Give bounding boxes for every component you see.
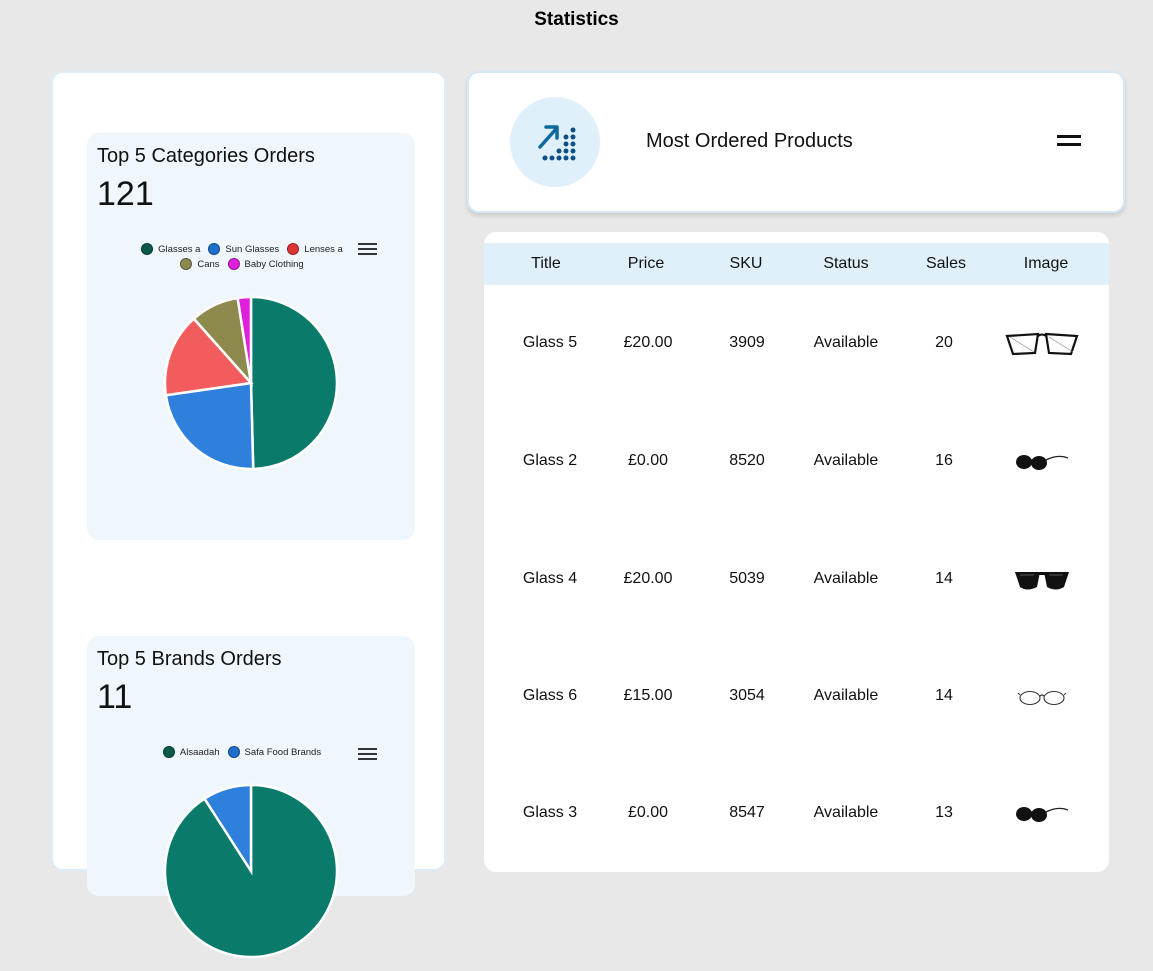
legend-item[interactable]: Sun Glasses [208, 243, 279, 255]
legend-swatch [180, 258, 193, 270]
table-row[interactable]: Glass 5 £20.00 3909 Available 20 [484, 324, 1109, 364]
cell-price: £20.00 [623, 570, 673, 587]
cell-status: Available [813, 687, 879, 704]
cell-sku: 5039 [729, 570, 765, 587]
cell-sku: 3054 [729, 687, 765, 704]
legend-item[interactable]: Cans [180, 258, 220, 270]
column-header-sku[interactable]: SKU [696, 255, 796, 273]
cell-title: Glass 3 [522, 804, 578, 821]
cell-sales: 20 [935, 334, 953, 351]
legend-swatch [287, 243, 300, 255]
cell-sales: 16 [935, 452, 953, 469]
most-ordered-header: Most Ordered Products [467, 71, 1125, 213]
categories-total: 121 [97, 175, 154, 213]
column-header-image[interactable]: Image [996, 255, 1096, 273]
cell-status: Available [813, 452, 879, 469]
brands-total: 11 [97, 678, 133, 716]
brands-chart-card: Top 5 Brands Orders 11 Alsaadah Safa Foo… [87, 636, 415, 959]
growth-chart-icon [510, 97, 600, 187]
cell-title: Glass 6 [522, 687, 578, 704]
legend-item[interactable]: Safa Food Brands [227, 746, 321, 758]
cell-sales: 14 [935, 687, 953, 704]
legend-swatch [162, 746, 175, 758]
table-header-row: Title Price SKU Status Sales Image [484, 243, 1109, 285]
cell-sales: 14 [935, 570, 953, 587]
table-row[interactable]: Glass 6 £15.00 3054 Available 14 [484, 677, 1109, 717]
table-row[interactable]: Glass 2 £0.00 8520 Available 16 [484, 442, 1109, 482]
column-header-price[interactable]: Price [596, 255, 696, 273]
cell-sku: 8520 [729, 452, 765, 469]
cell-status: Available [813, 804, 879, 821]
cell-price: £20.00 [623, 334, 673, 351]
cell-title: Glass 4 [522, 570, 578, 587]
cell-title: Glass 5 [522, 334, 578, 351]
legend-swatch [227, 258, 240, 270]
legend-item[interactable]: Lenses a [287, 243, 343, 255]
cell-status: Available [813, 334, 879, 351]
cell-price: £15.00 [623, 687, 673, 704]
clear-frame-glasses-icon[interactable] [992, 324, 1092, 364]
legend-item[interactable]: Glasses a [141, 243, 200, 255]
categories-pie-chart [163, 295, 339, 471]
column-header-status[interactable]: Status [796, 255, 896, 273]
pie-slice-glasses-a[interactable] [249, 295, 339, 471]
sunglasses-side-icon[interactable] [992, 794, 1092, 834]
products-table: Title Price SKU Status Sales Image Glass… [484, 232, 1109, 872]
legend-swatch [208, 243, 221, 255]
categories-chart-card: Top 5 Categories Orders 121 Glasses a Su… [87, 133, 415, 540]
cell-sku: 3909 [729, 334, 765, 351]
brands-chart-title: Top 5 Brands Orders [97, 648, 282, 670]
table-row[interactable]: Glass 3 £0.00 8547 Available 13 [484, 794, 1109, 834]
column-header-title[interactable]: Title [496, 255, 596, 273]
chart-menu-icon[interactable] [358, 748, 377, 761]
legend-item[interactable]: Alsaadah [162, 746, 220, 758]
legend-swatch [141, 243, 154, 255]
cell-price: £0.00 [627, 804, 669, 821]
table-row[interactable]: Glass 4 £20.00 5039 Available 14 [484, 560, 1109, 600]
cell-title: Glass 2 [522, 452, 578, 469]
legend-swatch [227, 746, 240, 758]
pie-slice-sun-glasses[interactable] [164, 381, 255, 471]
charts-panel: Top 5 Categories Orders 121 Glasses a Su… [51, 71, 446, 959]
column-header-sales[interactable]: Sales [896, 255, 996, 273]
cell-sales: 13 [935, 804, 953, 821]
cell-price: £0.00 [627, 452, 669, 469]
chart-menu-icon[interactable] [358, 243, 377, 256]
page-title: Statistics [534, 9, 619, 30]
categories-legend: Glasses a Sun Glasses Lenses a Cans Baby… [127, 243, 357, 270]
legend-item[interactable]: Baby Clothing [227, 258, 304, 270]
thin-round-glasses-icon[interactable] [992, 677, 1092, 717]
categories-chart-title: Top 5 Categories Orders [97, 145, 315, 167]
sunglasses-side-icon[interactable] [992, 442, 1092, 482]
brands-legend: Alsaadah Safa Food Brands [127, 746, 357, 758]
cell-sku: 8547 [729, 804, 765, 821]
hamburger-icon[interactable] [1057, 135, 1081, 151]
brands-pie-chart [163, 783, 339, 959]
cell-status: Available [813, 570, 879, 587]
black-sunglasses-icon[interactable] [992, 560, 1092, 600]
section-title: Most Ordered Products [646, 130, 853, 152]
